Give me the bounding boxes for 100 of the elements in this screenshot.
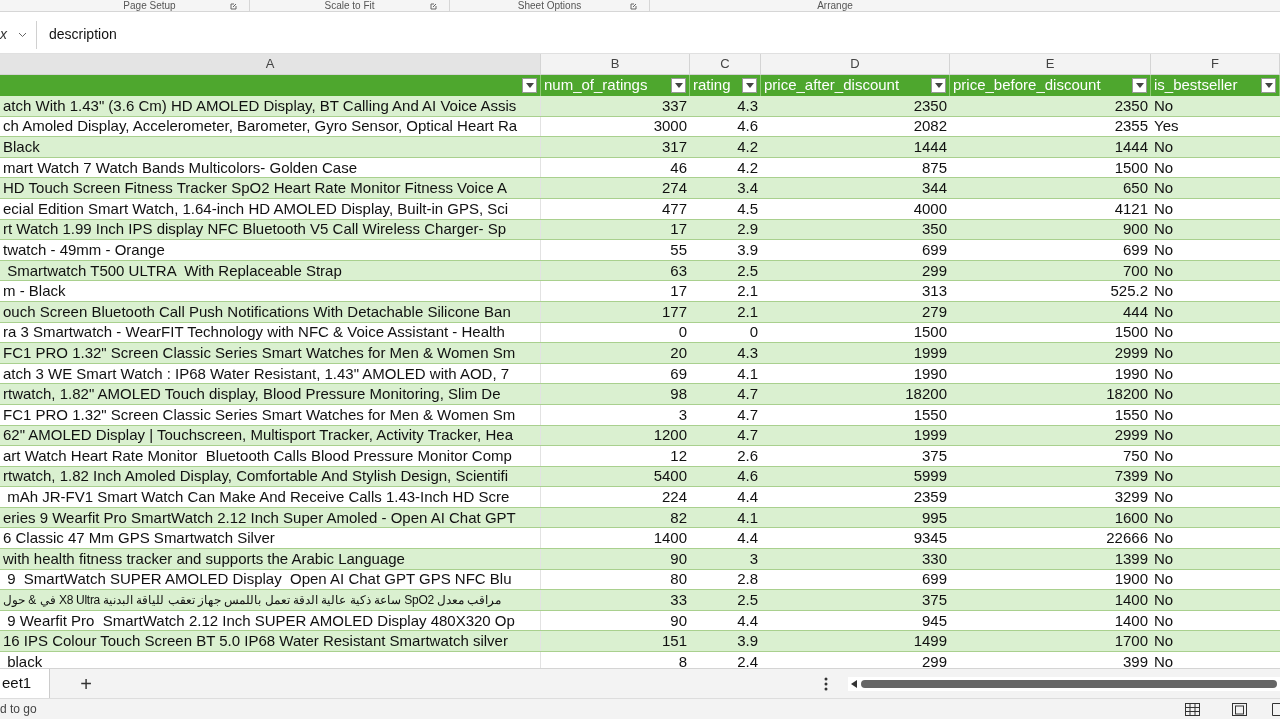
table-cell-text: 344 [920,178,948,198]
table-cell-text: No [1153,590,1175,610]
table-cell: eries 9 Wearfit Pro SmartWatch 2.12 Inch Super Amoled - Open AI Chat GPT [0,507,541,528]
table-cell-text: 477 [660,198,688,219]
table-cell-text: No [1153,404,1175,425]
filter-caret-icon [934,83,943,88]
table-cell: with health fitness tracker and supports the Arabic Language [0,549,541,569]
table-cell-text: 2.8 [736,569,759,590]
filter-caret-icon [525,83,534,88]
sheet-tab[interactable]: eet1 [0,669,51,698]
table-cell-text: 1400 [652,528,688,549]
table-cell-text: 2359 [912,487,948,507]
table-cell-text: 399 [1121,652,1149,668]
ribbon-group-label: Page Setup [123,1,176,11]
dialog-launcher-icon[interactable] [630,3,637,10]
page-break-icon[interactable] [1272,702,1280,716]
filter-button[interactable] [671,78,686,93]
more-options-icon[interactable] [824,676,828,691]
table-cell-text: 330 [920,549,948,569]
table-cell-text: No [1153,549,1175,569]
column-letter-header[interactable]: D [761,54,950,74]
table-cell-text: 33 [669,590,688,610]
table-cell-text: Yes [1153,116,1180,137]
column-header-label: num_of_ratings [544,75,648,96]
filter-caret-icon [1264,83,1273,88]
table-cell: HD Touch Screen Fitness Tracker SpO2 Heart Rate Monitor Fitness Voice A [0,178,541,198]
filter-button[interactable] [931,78,946,93]
table-cell-text: 7399 [1113,466,1149,487]
table-cell-text: 1990 [912,363,948,384]
filter-button[interactable] [742,78,757,93]
table-cell-text: 2999 [1113,343,1149,363]
page-layout-icon[interactable] [1232,702,1247,716]
table-cell-text: No [1153,610,1175,631]
formula-input[interactable]: description [36,20,1280,49]
table-cell-text: 1399 [1113,549,1149,569]
table-cell-text: 1990 [1113,363,1149,384]
horizontal-scrollbar[interactable] [848,676,1280,691]
table-cell: 9 Wearfit Pro SmartWatch 2.12 Inch SUPER AMOLED Display 480X320 Op [0,610,541,631]
table-cell-text: 2.1 [736,301,759,322]
table-cell-text: 1500 [912,322,948,343]
table-cell-text: 1700 [1113,631,1149,652]
add-sheet-button[interactable]: + [80,673,92,694]
table-cell-text: 375 [920,446,948,466]
table-cell-text: 2082 [912,116,948,137]
filter-button[interactable] [522,78,537,93]
table-cell-text: 1600 [1113,507,1149,528]
table-cell-text: 2.1 [736,281,759,301]
table-cell-text: 98 [669,384,688,404]
table-cell-text: 4.2 [736,137,759,157]
filter-button[interactable] [1132,78,1147,93]
filter-button[interactable] [1261,78,1276,93]
table-cell-text: 1499 [912,631,948,652]
table-cell-text: 224 [660,487,688,507]
table-cell: FC1 PRO 1.32" Screen Classic Series Smart Watches for Men & Women Sm [0,343,541,363]
column-letter-header[interactable]: E [950,54,1151,74]
column-letter-header[interactable]: A [0,54,541,74]
table-cell-text: 1999 [912,343,948,363]
table-cell-text: 4.5 [736,198,759,219]
table-cell-text: 1550 [912,404,948,425]
column-letter-header[interactable]: F [1151,54,1280,74]
table-cell-text: No [1153,198,1175,219]
table-cell-text: 3000 [652,116,688,137]
table-cell-text: No [1153,178,1175,198]
table-cell: 16 IPS Colour Touch Screen BT 5.0 IP68 Water Resistant Smartwatch silver [0,631,541,652]
table-cell-text: 17 [669,281,688,301]
table-cell-text: 4.4 [736,487,759,507]
table-cell-text: No [1153,507,1175,528]
column-letter-header[interactable]: C [690,54,761,74]
table-cell-text: 2350 [1113,96,1149,116]
table-cell-text: No [1153,301,1175,322]
function-label[interactable]: x [0,24,12,45]
table-cell-text: 1500 [1113,322,1149,343]
table-cell-text: 3299 [1113,487,1149,507]
table-cell-text: 1400 [1113,610,1149,631]
table-cell-text: 90 [669,549,688,569]
table-cell-text: No [1153,446,1175,466]
table-cell: mAh JR-FV1 Smart Watch Can Make And Receive Calls 1.43-Inch HD Scre [0,487,541,507]
table-cell-text: 1444 [1113,137,1149,157]
table-cell-text: 4.1 [736,507,759,528]
table-cell-text: 4.1 [736,363,759,384]
table-cell-text: No [1153,425,1175,446]
table-cell-text: 18200 [904,384,948,404]
table-cell-text: 82 [669,507,688,528]
table-cell-text: 5400 [652,466,688,487]
scroll-left-icon[interactable] [851,679,857,688]
table-cell-text: 1550 [1113,404,1149,425]
column-letter-header[interactable]: B [541,54,690,74]
table-cell-text: 4000 [912,198,948,219]
dialog-launcher-icon[interactable] [230,3,237,10]
table-cell-text: 4.6 [736,466,759,487]
dialog-launcher-icon[interactable] [430,3,437,10]
table-cell-text: 1200 [652,425,688,446]
filter-caret-icon [1135,83,1144,88]
table-cell-text: No [1153,240,1175,260]
table-cell-text: 444 [1121,301,1149,322]
normal-view-icon[interactable] [1185,702,1200,716]
table-cell-text: 5999 [912,466,948,487]
table-cell-text: No [1153,363,1175,384]
chevron-down-icon[interactable] [18,31,27,38]
table-cell-text: 12 [669,446,688,466]
